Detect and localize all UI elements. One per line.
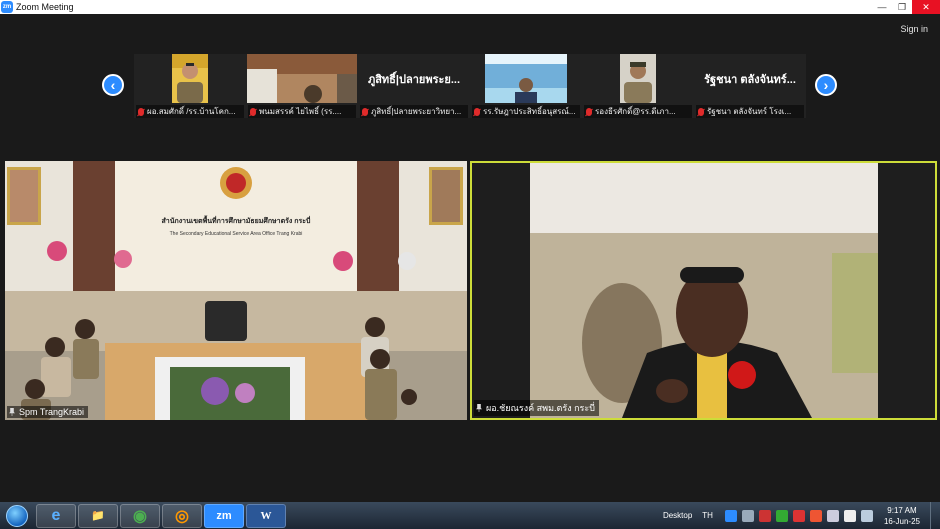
meeting-area: Sign in ‹ › ผอ.สมศักดิ์ /รร.บ้านโคก... พ… (0, 14, 940, 502)
language-indicator[interactable]: TH (702, 511, 713, 520)
tile-name: Spm TrangKrabi (19, 407, 85, 417)
participant-strip: ผอ.สมศักดิ์ /รร.บ้านโคก... พนมสรรค์ ไยไพ… (134, 54, 806, 128)
room-video: สำนักงานเขตพื้นที่การศึกษามัธยมศึกษาตรัง… (5, 161, 467, 420)
muted-mic-icon (138, 107, 144, 116)
volume-tray-icon[interactable] (826, 509, 839, 522)
window-titlebar: zm Zoom Meeting — ❐ ✕ (0, 0, 940, 14)
participant-namebar: ผอ.สมศักดิ์ /รร.บ้านโคก... (136, 105, 244, 118)
participant-name: รองธีรศักดิ์@รร.ดีเภา... (595, 107, 676, 116)
network-tray-icon[interactable] (741, 509, 754, 522)
participant-title: ภูสิทธิ์|ปลายพระย... (367, 74, 461, 86)
start-button[interactable] (0, 502, 34, 529)
windows-taskbar: e 📁 ◉ ◎ zm W Desktop TH 9:17 AM 16-Jun-2… (0, 502, 940, 529)
maximize-button[interactable]: ❐ (892, 0, 912, 14)
window-title: Zoom Meeting (16, 2, 74, 12)
muted-mic-icon (474, 107, 480, 116)
pin-icon (9, 408, 15, 416)
window-controls: — ❐ ✕ (872, 0, 940, 14)
participant-thumbnail[interactable]: ผอ.สมศักดิ์ /รร.บ้านโคก... (134, 54, 246, 118)
participant-video (620, 54, 656, 103)
clock-time: 9:17 AM (887, 505, 917, 515)
participant-namebar: รองธีรศักดิ์@รร.ดีเภา... (584, 105, 692, 118)
app-tray-icon[interactable] (809, 509, 822, 522)
tile-name-label: Spm TrangKrabi (7, 406, 89, 418)
next-page-button[interactable]: › (815, 74, 837, 96)
muted-mic-icon (586, 107, 592, 116)
participant-thumbnail[interactable]: พนมสรรค์ ไยไพธิ์ (รร.... (246, 54, 358, 118)
participant-namebar: รร.รัษฎาประสิทธิ์อนุสรณ์... (472, 105, 580, 118)
taskbar-firefox-icon[interactable]: ◎ (162, 503, 202, 528)
participant-namebar: พนมสรรค์ ไยไพธิ์ (รร.... (248, 105, 356, 118)
participant-namebar: รัฐชนา ตลังจันทร์ โรงเ... (696, 105, 804, 118)
taskbar-zoom-icon[interactable]: zm (204, 503, 244, 528)
participant-title: รัฐชนา ตลังจันทร์... (704, 74, 796, 86)
minimize-button[interactable]: — (872, 0, 892, 14)
taskbar-clock[interactable]: 9:17 AM 16-Jun-25 (884, 505, 920, 527)
participant-video (485, 54, 567, 103)
zoom-tray-icon[interactable] (724, 509, 737, 522)
participant-name: ภูสิทธิ์|ปลายพระยาวิทยา... (371, 107, 462, 116)
system-tray: Desktop TH 9:17 AM 16-Jun-25 (663, 502, 940, 529)
participant-thumbnail[interactable]: รัฐชนา ตลังจันทร์... รัฐชนา ตลังจันทร์ โ… (694, 54, 806, 118)
video-tile-active-speaker[interactable]: ผอ.ชัยณรงค์ สพม.ตรัง กระบี่ (470, 161, 937, 420)
taskbar-explorer-icon[interactable]: 📁 (78, 503, 118, 528)
participant-video (247, 54, 357, 103)
muted-mic-icon (698, 107, 704, 116)
participant-name: รัฐชนา ตลังจันทร์ โรงเ... (707, 107, 792, 116)
participant-thumbnail[interactable]: รร.รัษฎาประสิทธิ์อนุสรณ์... (470, 54, 582, 118)
participant-namebar: ภูสิทธิ์|ปลายพระยาวิทยา... (360, 105, 468, 118)
participant-name: ผอ.สมศักดิ์ /รร.บ้านโคก... (147, 107, 236, 116)
muted-mic-icon (362, 107, 368, 116)
app-tray-icon[interactable] (775, 509, 788, 522)
taskbar-word-icon[interactable]: W (246, 503, 286, 528)
app-tray-icon[interactable] (843, 509, 856, 522)
app-tray-icon[interactable] (792, 509, 805, 522)
close-button[interactable]: ✕ (912, 0, 940, 14)
zoom-app-icon: zm (1, 1, 13, 13)
prev-page-button[interactable]: ‹ (102, 74, 124, 96)
tile-name: ผอ.ชัยณรงค์ สพม.ตรัง กระบี่ (486, 403, 595, 413)
office-sign-english: The Secondary Educational Service Area O… (170, 231, 303, 237)
signal-tray-icon[interactable] (860, 509, 873, 522)
participant-thumbnail[interactable]: รองธีรศักดิ์@รร.ดีเภา... (582, 54, 694, 118)
taskbar-chrome-icon[interactable]: ◉ (120, 503, 160, 528)
security-tray-icon[interactable] (758, 509, 771, 522)
participant-video (172, 54, 208, 103)
participant-thumbnail[interactable]: ภูสิทธิ์|ปลายพระย... ภูสิทธิ์|ปลายพระยาว… (358, 54, 470, 118)
tile-name-label: ผอ.ชัยณรงค์ สพม.ตรัง กระบี่ (474, 400, 599, 416)
show-desktop-button[interactable] (930, 502, 940, 529)
clock-date: 16-Jun-25 (883, 516, 920, 526)
speaker-video (472, 163, 935, 418)
muted-mic-icon (250, 107, 256, 116)
taskbar-ie-icon[interactable]: e (36, 503, 76, 528)
participant-name: พนมสรรค์ ไยไพธิ์ (รร.... (259, 107, 342, 116)
desktop-toolbar[interactable]: Desktop (663, 511, 692, 520)
participant-name: รร.รัษฎาประสิทธิ์อนุสรณ์... (483, 107, 576, 116)
sign-in-link[interactable]: Sign in (900, 24, 928, 34)
pin-icon (476, 404, 482, 412)
video-tile-room[interactable]: สำนักงานเขตพื้นที่การศึกษามัธยมศึกษาตรัง… (5, 161, 467, 420)
windows-orb-icon (6, 504, 28, 527)
